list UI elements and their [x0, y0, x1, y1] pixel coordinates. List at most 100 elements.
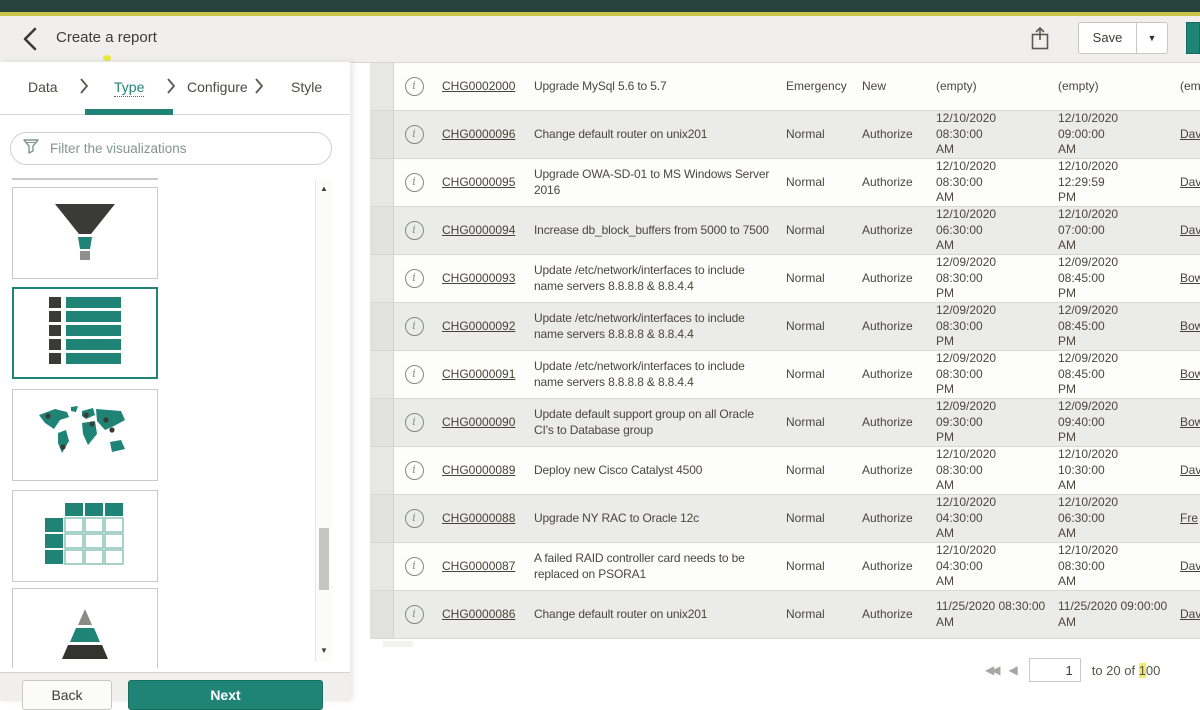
info-cell[interactable]: i — [394, 63, 434, 110]
assigned-to-link[interactable]: Dav — [1180, 127, 1200, 143]
table-row[interactable]: i CHG0000087 A failed RAID controller ca… — [370, 543, 1200, 591]
info-cell[interactable]: i — [394, 543, 434, 590]
change-number-link[interactable]: CHG0000096 — [442, 127, 515, 143]
info-icon[interactable]: i — [405, 173, 424, 192]
info-icon[interactable]: i — [405, 509, 424, 528]
info-cell[interactable]: i — [394, 255, 434, 302]
assigned-to-link[interactable]: Dav — [1180, 559, 1200, 575]
info-cell[interactable]: i — [394, 399, 434, 446]
change-number-link[interactable]: CHG0000092 — [442, 319, 515, 335]
table-row[interactable]: i CHG0000090 Update default support grou… — [370, 399, 1200, 447]
info-icon[interactable]: i — [405, 77, 424, 96]
assigned-to-link[interactable]: Bow — [1180, 319, 1200, 335]
viz-thumb-table[interactable] — [12, 490, 158, 582]
info-icon[interactable]: i — [405, 317, 424, 336]
viz-scrollbar[interactable]: ▲ ▼ — [315, 180, 332, 662]
change-number-link[interactable]: CHG0000086 — [442, 607, 515, 623]
assigned-to-link[interactable]: Dav — [1180, 463, 1200, 479]
assigned-cell: (em — [1172, 63, 1200, 110]
info-cell[interactable]: i — [394, 207, 434, 254]
assigned-to-link[interactable]: Dav — [1180, 607, 1200, 623]
info-icon[interactable]: i — [405, 461, 424, 480]
viz-thumb-list[interactable] — [12, 287, 158, 379]
tab-data[interactable]: Data — [28, 79, 58, 95]
info-icon[interactable]: i — [405, 269, 424, 288]
info-icon[interactable]: i — [405, 413, 424, 432]
assigned-to-link[interactable]: Dav — [1180, 223, 1200, 239]
info-icon[interactable]: i — [405, 557, 424, 576]
table-row[interactable]: i CHG0000091 Update /etc/network/interfa… — [370, 351, 1200, 399]
app-header: Create a report Save ▼ — [0, 16, 1200, 63]
change-number-link[interactable]: CHG0000094 — [442, 223, 515, 239]
scroll-up-icon[interactable]: ▲ — [316, 182, 332, 196]
info-icon[interactable]: i — [405, 365, 424, 384]
change-number-link[interactable]: CHG0000090 — [442, 415, 515, 431]
scrollbar-thumb[interactable] — [319, 528, 329, 590]
assigned-to-link[interactable]: (em — [1180, 79, 1200, 95]
info-icon[interactable]: i — [405, 125, 424, 144]
share-icon[interactable] — [1028, 25, 1052, 53]
change-table-body: i CHG0002000 Upgrade MySql 5.6 to 5.7 Em… — [370, 63, 1200, 639]
tab-configure[interactable]: Configure — [187, 79, 248, 95]
short-description-cell: A failed RAID controller card needs to b… — [526, 543, 778, 590]
table-row[interactable]: i CHG0000094 Increase db_block_buffers f… — [370, 207, 1200, 255]
planned-start-cell: 12/09/2020 08:30:00PM — [928, 351, 1050, 398]
row-edge-cell — [370, 255, 394, 302]
back-button[interactable]: Back — [22, 680, 112, 710]
back-chevron-icon[interactable] — [20, 26, 42, 52]
table-row[interactable]: i CHG0000088 Upgrade NY RAC to Oracle 12… — [370, 495, 1200, 543]
planned-start-cell: 12/10/2020 08:30:00AM — [928, 447, 1050, 494]
number-cell: CHG0000087 — [434, 543, 526, 590]
table-row[interactable]: i CHG0002000 Upgrade MySql 5.6 to 5.7 Em… — [370, 63, 1200, 111]
viz-thumb-world-map[interactable] — [12, 389, 158, 481]
info-cell[interactable]: i — [394, 447, 434, 494]
planned-start-cell: 12/09/2020 08:30:00PM — [928, 303, 1050, 350]
viz-thumb-pyramid[interactable] — [12, 588, 158, 668]
table-row[interactable]: i CHG0000095 Upgrade OWA-SD-01 to MS Win… — [370, 159, 1200, 207]
page-title: Create a report — [56, 29, 157, 46]
assigned-to-link[interactable]: Bow — [1180, 367, 1200, 383]
change-number-link[interactable]: CHG0000087 — [442, 559, 515, 575]
wizard-breadcrumb: Data Type Configure Style — [0, 62, 350, 115]
change-number-link[interactable]: CHG0000089 — [442, 463, 515, 479]
table-row[interactable]: i CHG0000089 Deploy new Cisco Catalyst 4… — [370, 447, 1200, 495]
previous-page-icon[interactable]: ◀ — [1008, 663, 1017, 677]
filter-input[interactable] — [48, 140, 319, 157]
table-row[interactable]: i CHG0000086 Change default router on un… — [370, 591, 1200, 639]
change-number-link[interactable]: CHG0002000 — [442, 79, 515, 95]
assigned-to-link[interactable]: Bow — [1180, 271, 1200, 287]
run-button-partial[interactable] — [1186, 22, 1200, 54]
change-number-link[interactable]: CHG0000088 — [442, 511, 515, 527]
assigned-to-link[interactable]: Fre — [1180, 511, 1198, 527]
tab-style[interactable]: Style — [291, 79, 322, 95]
change-number-link[interactable]: CHG0000095 — [442, 175, 515, 191]
table-row[interactable]: i CHG0000096 Change default router on un… — [370, 111, 1200, 159]
save-dropdown-button[interactable]: ▼ — [1136, 22, 1168, 54]
info-icon[interactable]: i — [405, 605, 424, 624]
number-cell: CHG0000095 — [434, 159, 526, 206]
info-cell[interactable]: i — [394, 159, 434, 206]
table-row[interactable]: i CHG0000092 Update /etc/network/interfa… — [370, 303, 1200, 351]
viz-thumb-funnel[interactable] — [12, 187, 158, 279]
info-cell[interactable]: i — [394, 495, 434, 542]
change-number-link[interactable]: CHG0000091 — [442, 367, 515, 383]
info-cell[interactable]: i — [394, 351, 434, 398]
info-cell[interactable]: i — [394, 111, 434, 158]
save-button[interactable]: Save — [1078, 22, 1137, 54]
page-number-input[interactable] — [1029, 658, 1081, 682]
table-row[interactable]: i CHG0000093 Update /etc/network/interfa… — [370, 255, 1200, 303]
info-cell[interactable]: i — [394, 303, 434, 350]
info-cell[interactable]: i — [394, 591, 434, 638]
tab-type[interactable]: Type — [114, 79, 144, 97]
planned-end-cell: (empty) — [1050, 63, 1172, 110]
priority-cell: Normal — [778, 447, 854, 494]
assigned-to-link[interactable]: Bow — [1180, 415, 1200, 431]
next-button[interactable]: Next — [128, 680, 323, 710]
assigned-to-link[interactable]: Dav — [1180, 175, 1200, 191]
highlighted-digit: 1 — [1139, 663, 1146, 678]
filter-funnel-icon — [23, 138, 39, 159]
change-number-link[interactable]: CHG0000093 — [442, 271, 515, 287]
first-page-icon[interactable]: ◀◀ — [985, 663, 997, 677]
scroll-down-icon[interactable]: ▼ — [316, 644, 332, 658]
info-icon[interactable]: i — [405, 221, 424, 240]
